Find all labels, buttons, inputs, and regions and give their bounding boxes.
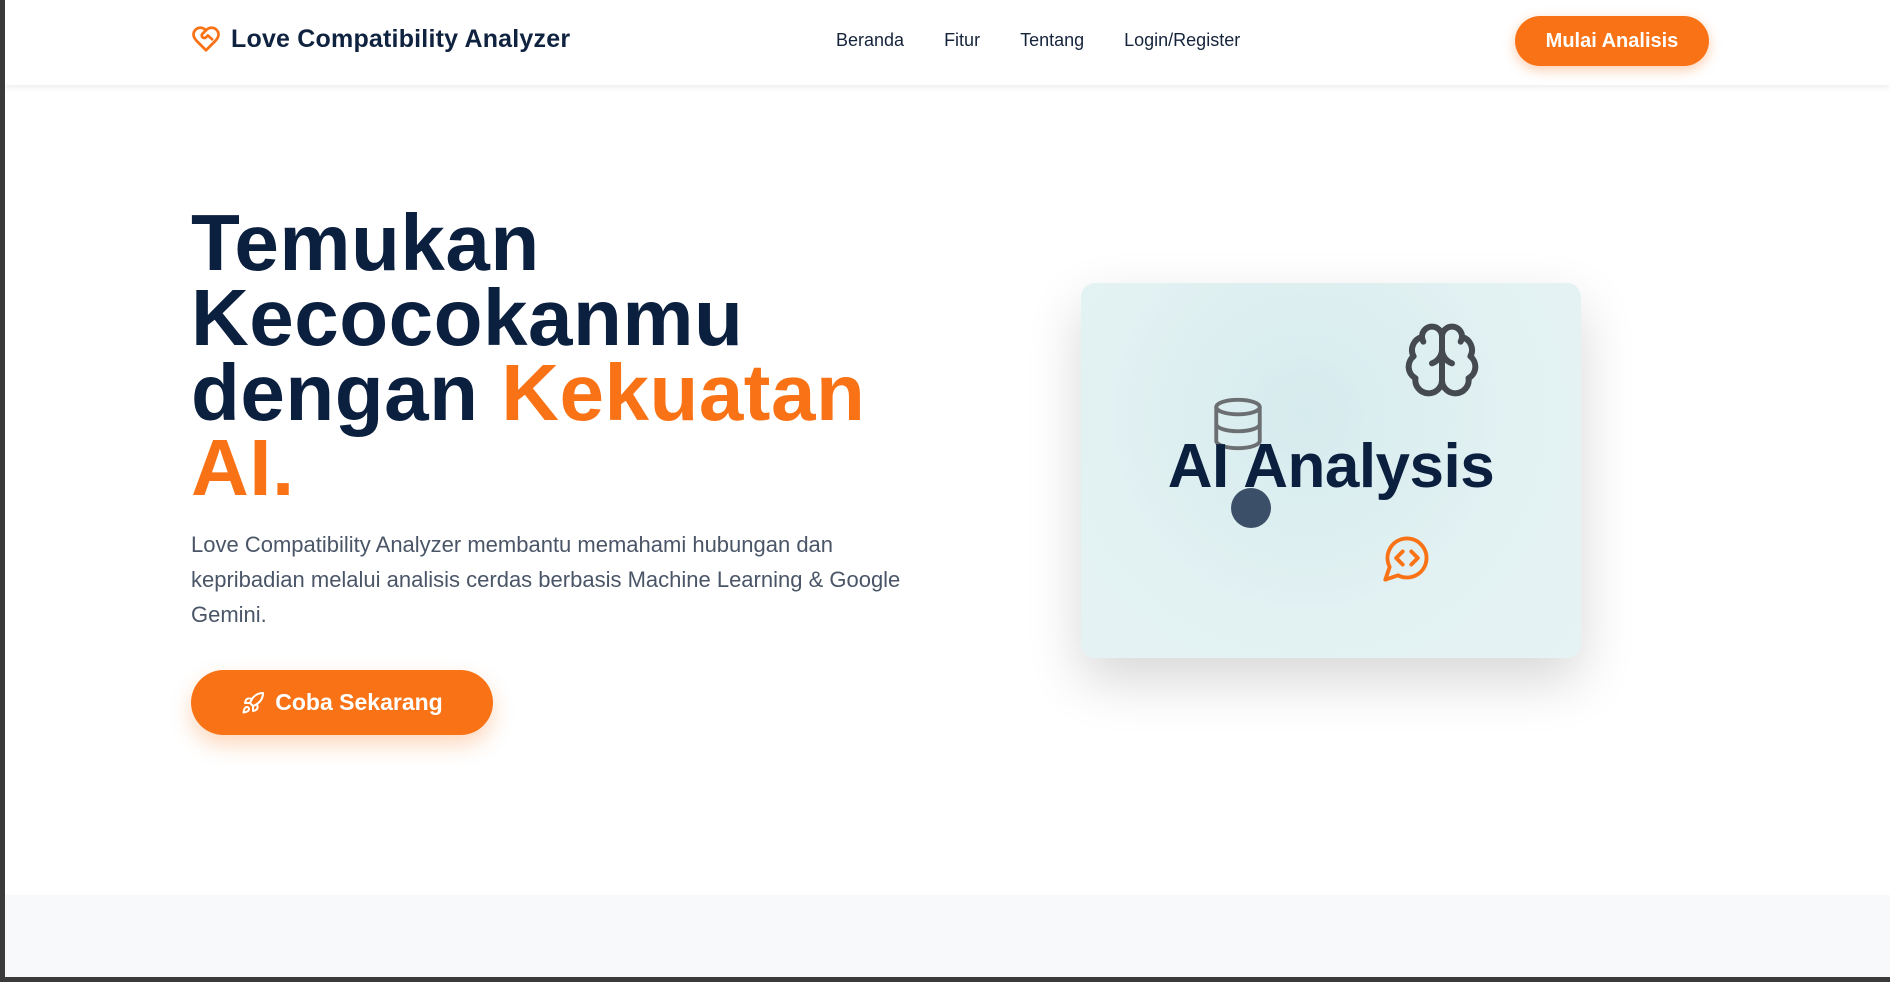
hero-title-accent: Kekuatan bbox=[501, 348, 866, 437]
rocket-icon bbox=[242, 691, 265, 713]
brand-name: Love Compatibility Analyzer bbox=[231, 24, 571, 53]
ai-illustration-card: AI Analysis bbox=[1081, 283, 1581, 658]
brain-icon bbox=[1405, 323, 1479, 397]
hero-title-ai: AI. bbox=[191, 423, 295, 512]
code-chat-icon bbox=[1383, 536, 1429, 582]
try-now-label: Coba Sekarang bbox=[275, 689, 443, 715]
nav-links: Beranda Fitur Tentang Login/Register bbox=[836, 30, 1280, 51]
start-analysis-button[interactable]: Mulai Analisis bbox=[1515, 16, 1709, 66]
ai-analysis-title: AI Analysis bbox=[1167, 432, 1495, 501]
nav-link-beranda[interactable]: Beranda bbox=[836, 30, 904, 51]
navbar: Love Compatibility Analyzer Beranda Fitu… bbox=[5, 0, 1890, 85]
try-now-button[interactable]: Coba Sekarang bbox=[191, 670, 493, 735]
indicator-dot bbox=[1231, 488, 1271, 528]
nav-link-tentang[interactable]: Tentang bbox=[1020, 30, 1084, 51]
hero-description: Love Compatibility Analyzer membantu mem… bbox=[191, 532, 901, 627]
nav-link-login-register[interactable]: Login/Register bbox=[1124, 30, 1240, 51]
heart-handshake-icon bbox=[192, 26, 220, 52]
nav-link-fitur[interactable]: Fitur bbox=[944, 30, 980, 51]
brand-logo[interactable]: Love Compatibility Analyzer bbox=[191, 24, 570, 54]
next-section bbox=[5, 895, 1890, 977]
hero-title: Temukan Kecocokanmu dengan Kekuatan AI. bbox=[191, 203, 866, 508]
page: Love Compatibility Analyzer Beranda Fitu… bbox=[5, 0, 1890, 977]
